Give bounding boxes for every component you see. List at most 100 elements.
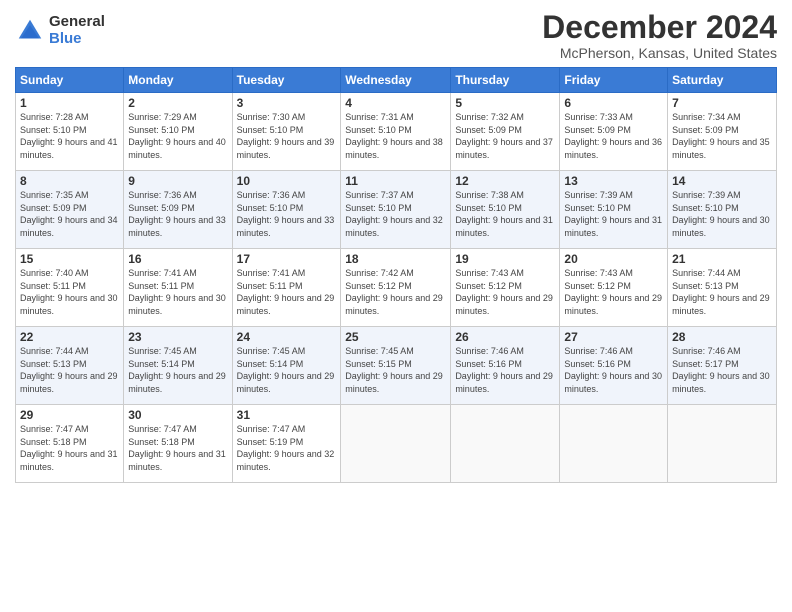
day-info: Sunrise: 7:28 AM Sunset: 5:10 PM Dayligh…: [20, 111, 119, 161]
col-saturday: Saturday: [668, 68, 777, 93]
day-info: Sunrise: 7:45 AM Sunset: 5:15 PM Dayligh…: [345, 345, 446, 395]
calendar-cell: [560, 405, 668, 483]
calendar-cell: 14 Sunrise: 7:39 AM Sunset: 5:10 PM Dayl…: [668, 171, 777, 249]
page-container: General Blue December 2024 McPherson, Ka…: [0, 0, 792, 493]
calendar-cell: 26 Sunrise: 7:46 AM Sunset: 5:16 PM Dayl…: [451, 327, 560, 405]
day-info: Sunrise: 7:33 AM Sunset: 5:09 PM Dayligh…: [564, 111, 663, 161]
day-number: 21: [672, 252, 772, 266]
calendar-cell: 3 Sunrise: 7:30 AM Sunset: 5:10 PM Dayli…: [232, 93, 341, 171]
day-info: Sunrise: 7:42 AM Sunset: 5:12 PM Dayligh…: [345, 267, 446, 317]
month-title: December 2024: [542, 10, 777, 45]
day-info: Sunrise: 7:36 AM Sunset: 5:09 PM Dayligh…: [128, 189, 227, 239]
calendar-cell: 8 Sunrise: 7:35 AM Sunset: 5:09 PM Dayli…: [16, 171, 124, 249]
day-number: 3: [237, 96, 337, 110]
day-info: Sunrise: 7:47 AM Sunset: 5:18 PM Dayligh…: [20, 423, 119, 473]
calendar-cell: 4 Sunrise: 7:31 AM Sunset: 5:10 PM Dayli…: [341, 93, 451, 171]
day-info: Sunrise: 7:39 AM Sunset: 5:10 PM Dayligh…: [564, 189, 663, 239]
day-info: Sunrise: 7:31 AM Sunset: 5:10 PM Dayligh…: [345, 111, 446, 161]
day-number: 14: [672, 174, 772, 188]
calendar-cell: [341, 405, 451, 483]
calendar-cell: 30 Sunrise: 7:47 AM Sunset: 5:18 PM Dayl…: [124, 405, 232, 483]
calendar-cell: [668, 405, 777, 483]
calendar-cell: 7 Sunrise: 7:34 AM Sunset: 5:09 PM Dayli…: [668, 93, 777, 171]
calendar-cell: 23 Sunrise: 7:45 AM Sunset: 5:14 PM Dayl…: [124, 327, 232, 405]
calendar-cell: 20 Sunrise: 7:43 AM Sunset: 5:12 PM Dayl…: [560, 249, 668, 327]
calendar-cell: 28 Sunrise: 7:46 AM Sunset: 5:17 PM Dayl…: [668, 327, 777, 405]
day-info: Sunrise: 7:44 AM Sunset: 5:13 PM Dayligh…: [672, 267, 772, 317]
calendar-cell: 15 Sunrise: 7:40 AM Sunset: 5:11 PM Dayl…: [16, 249, 124, 327]
day-info: Sunrise: 7:47 AM Sunset: 5:18 PM Dayligh…: [128, 423, 227, 473]
col-wednesday: Wednesday: [341, 68, 451, 93]
day-info: Sunrise: 7:47 AM Sunset: 5:19 PM Dayligh…: [237, 423, 337, 473]
calendar-week-3: 15 Sunrise: 7:40 AM Sunset: 5:11 PM Dayl…: [16, 249, 777, 327]
day-number: 25: [345, 330, 446, 344]
col-monday: Monday: [124, 68, 232, 93]
calendar-cell: 25 Sunrise: 7:45 AM Sunset: 5:15 PM Dayl…: [341, 327, 451, 405]
day-number: 12: [455, 174, 555, 188]
day-number: 4: [345, 96, 446, 110]
day-number: 18: [345, 252, 446, 266]
col-friday: Friday: [560, 68, 668, 93]
day-number: 10: [237, 174, 337, 188]
day-info: Sunrise: 7:40 AM Sunset: 5:11 PM Dayligh…: [20, 267, 119, 317]
logo-text: General Blue: [49, 14, 105, 47]
calendar-cell: 22 Sunrise: 7:44 AM Sunset: 5:13 PM Dayl…: [16, 327, 124, 405]
calendar-cell: 19 Sunrise: 7:43 AM Sunset: 5:12 PM Dayl…: [451, 249, 560, 327]
day-info: Sunrise: 7:34 AM Sunset: 5:09 PM Dayligh…: [672, 111, 772, 161]
calendar-body: 1 Sunrise: 7:28 AM Sunset: 5:10 PM Dayli…: [16, 93, 777, 483]
day-info: Sunrise: 7:39 AM Sunset: 5:10 PM Dayligh…: [672, 189, 772, 239]
day-number: 8: [20, 174, 119, 188]
calendar-cell: 5 Sunrise: 7:32 AM Sunset: 5:09 PM Dayli…: [451, 93, 560, 171]
col-tuesday: Tuesday: [232, 68, 341, 93]
logo-icon: [15, 16, 45, 46]
day-info: Sunrise: 7:41 AM Sunset: 5:11 PM Dayligh…: [128, 267, 227, 317]
day-number: 7: [672, 96, 772, 110]
day-info: Sunrise: 7:43 AM Sunset: 5:12 PM Dayligh…: [455, 267, 555, 317]
day-number: 20: [564, 252, 663, 266]
day-number: 11: [345, 174, 446, 188]
day-info: Sunrise: 7:45 AM Sunset: 5:14 PM Dayligh…: [237, 345, 337, 395]
calendar-cell: [451, 405, 560, 483]
day-number: 28: [672, 330, 772, 344]
day-number: 6: [564, 96, 663, 110]
calendar-cell: 16 Sunrise: 7:41 AM Sunset: 5:11 PM Dayl…: [124, 249, 232, 327]
header: General Blue December 2024 McPherson, Ka…: [15, 10, 777, 61]
day-number: 16: [128, 252, 227, 266]
logo: General Blue: [15, 14, 105, 47]
day-info: Sunrise: 7:44 AM Sunset: 5:13 PM Dayligh…: [20, 345, 119, 395]
header-row: Sunday Monday Tuesday Wednesday Thursday…: [16, 68, 777, 93]
day-number: 22: [20, 330, 119, 344]
calendar-cell: 6 Sunrise: 7:33 AM Sunset: 5:09 PM Dayli…: [560, 93, 668, 171]
day-number: 26: [455, 330, 555, 344]
day-info: Sunrise: 7:36 AM Sunset: 5:10 PM Dayligh…: [237, 189, 337, 239]
day-info: Sunrise: 7:41 AM Sunset: 5:11 PM Dayligh…: [237, 267, 337, 317]
day-info: Sunrise: 7:43 AM Sunset: 5:12 PM Dayligh…: [564, 267, 663, 317]
day-info: Sunrise: 7:35 AM Sunset: 5:09 PM Dayligh…: [20, 189, 119, 239]
calendar-cell: 29 Sunrise: 7:47 AM Sunset: 5:18 PM Dayl…: [16, 405, 124, 483]
calendar-table: Sunday Monday Tuesday Wednesday Thursday…: [15, 67, 777, 483]
day-info: Sunrise: 7:46 AM Sunset: 5:16 PM Dayligh…: [455, 345, 555, 395]
calendar-cell: 12 Sunrise: 7:38 AM Sunset: 5:10 PM Dayl…: [451, 171, 560, 249]
logo-blue: Blue: [49, 31, 105, 48]
day-info: Sunrise: 7:45 AM Sunset: 5:14 PM Dayligh…: [128, 345, 227, 395]
day-number: 30: [128, 408, 227, 422]
day-number: 13: [564, 174, 663, 188]
calendar-week-2: 8 Sunrise: 7:35 AM Sunset: 5:09 PM Dayli…: [16, 171, 777, 249]
day-number: 17: [237, 252, 337, 266]
calendar-cell: 1 Sunrise: 7:28 AM Sunset: 5:10 PM Dayli…: [16, 93, 124, 171]
calendar-header: Sunday Monday Tuesday Wednesday Thursday…: [16, 68, 777, 93]
col-sunday: Sunday: [16, 68, 124, 93]
calendar-cell: 11 Sunrise: 7:37 AM Sunset: 5:10 PM Dayl…: [341, 171, 451, 249]
day-info: Sunrise: 7:37 AM Sunset: 5:10 PM Dayligh…: [345, 189, 446, 239]
title-block: December 2024 McPherson, Kansas, United …: [542, 10, 777, 61]
location: McPherson, Kansas, United States: [542, 45, 777, 61]
calendar-cell: 13 Sunrise: 7:39 AM Sunset: 5:10 PM Dayl…: [560, 171, 668, 249]
calendar-cell: 24 Sunrise: 7:45 AM Sunset: 5:14 PM Dayl…: [232, 327, 341, 405]
day-info: Sunrise: 7:46 AM Sunset: 5:17 PM Dayligh…: [672, 345, 772, 395]
day-number: 31: [237, 408, 337, 422]
calendar-cell: 9 Sunrise: 7:36 AM Sunset: 5:09 PM Dayli…: [124, 171, 232, 249]
calendar-cell: 31 Sunrise: 7:47 AM Sunset: 5:19 PM Dayl…: [232, 405, 341, 483]
col-thursday: Thursday: [451, 68, 560, 93]
calendar-cell: 21 Sunrise: 7:44 AM Sunset: 5:13 PM Dayl…: [668, 249, 777, 327]
calendar-cell: 17 Sunrise: 7:41 AM Sunset: 5:11 PM Dayl…: [232, 249, 341, 327]
